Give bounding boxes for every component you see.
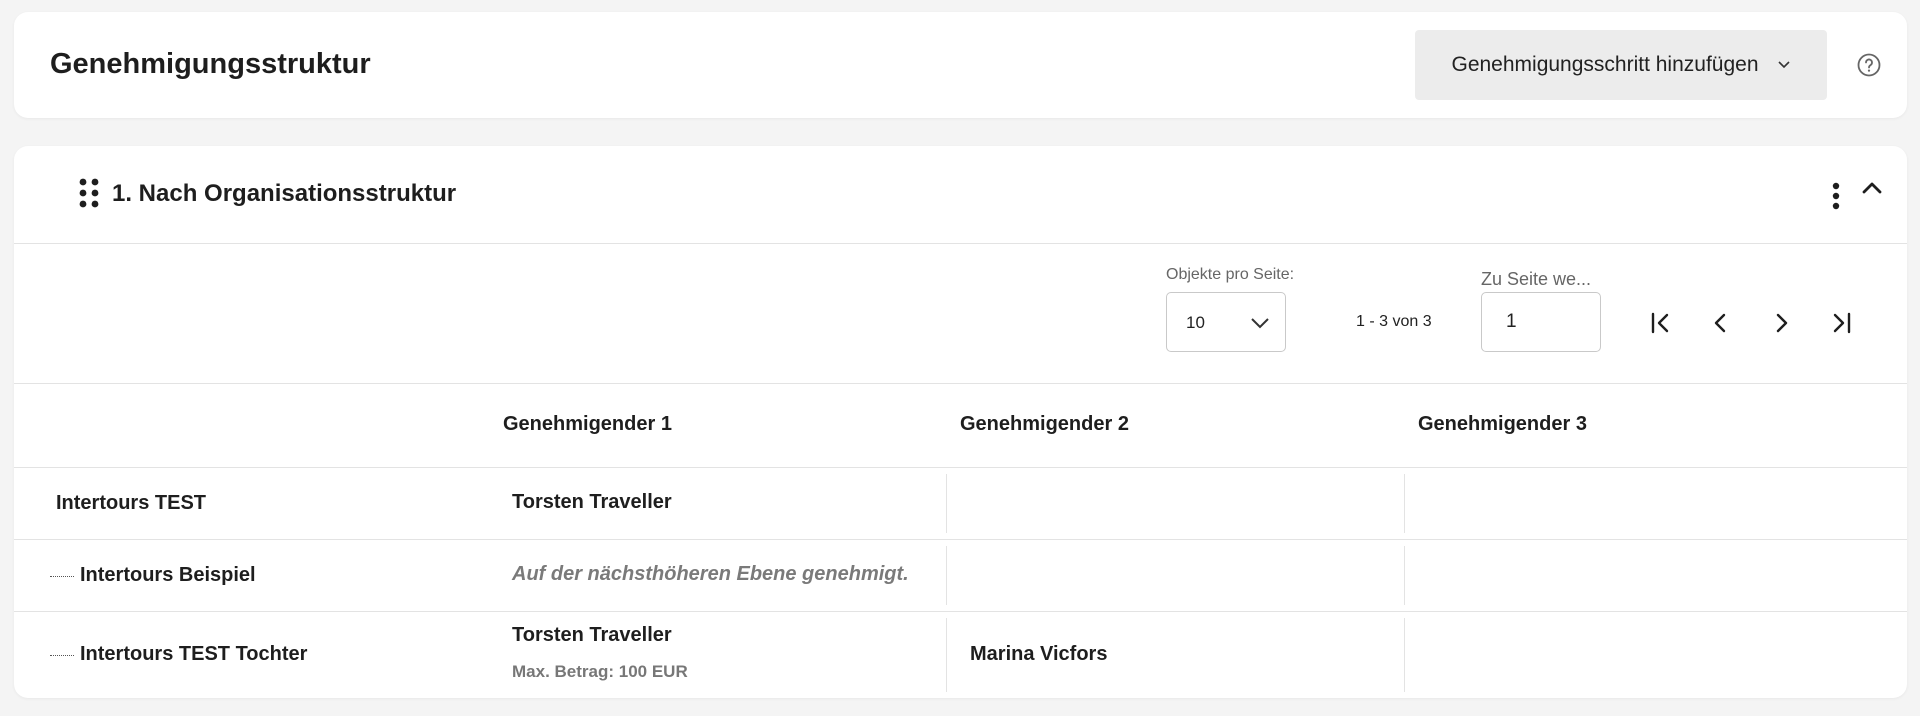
- approver-1-max-amount: Max. Betrag: 100 EUR: [512, 662, 688, 681]
- approver-2-name: Marina Vicfors: [970, 643, 1108, 665]
- pagination-range: 1 - 3 von 3: [1356, 313, 1432, 330]
- column-header-approver-3: Genehmigender 3: [1418, 413, 1587, 435]
- prev-page-icon[interactable]: [1708, 310, 1734, 336]
- page-title: Genehmigungsstruktur: [50, 48, 371, 80]
- cell-divider: [946, 546, 947, 605]
- goto-page-label: Zu Seite we...: [1481, 269, 1592, 289]
- approver-1-name: Torsten Traveller: [512, 624, 672, 646]
- add-approval-step-label: Genehmigungsschritt hinzufügen: [1451, 53, 1759, 76]
- items-per-page-value: 10: [1186, 313, 1205, 332]
- table-row: Intertours Beispiel Auf der nächsthöhere…: [14, 540, 1907, 612]
- add-approval-step-button[interactable]: Genehmigungsschritt hinzufügen: [1415, 30, 1827, 100]
- cell-divider: [946, 618, 947, 692]
- items-per-page-label: Objekte pro Seite:: [1166, 266, 1295, 283]
- last-page-icon[interactable]: [1828, 310, 1854, 336]
- cell-divider: [1404, 474, 1405, 533]
- header-card: Genehmigungsstruktur Genehmigungsschritt…: [14, 12, 1907, 118]
- goto-page-input[interactable]: [1481, 292, 1601, 352]
- column-header-approver-1: Genehmigender 1: [503, 413, 672, 435]
- approval-step-title: 1. Nach Organisationsstruktur: [112, 180, 457, 207]
- approval-step-header: 1. Nach Organisationsstruktur: [14, 146, 1907, 244]
- tree-connector: [50, 655, 74, 656]
- first-page-icon[interactable]: [1648, 310, 1674, 336]
- approval-step-card: 1. Nach Organisationsstruktur Objekte pr…: [14, 146, 1907, 698]
- approver-1-name: Torsten Traveller: [512, 491, 672, 513]
- cell-divider: [946, 474, 947, 533]
- kebab-menu-icon[interactable]: [1828, 181, 1844, 213]
- table-header: Genehmigender 1 Genehmigender 2 Genehmig…: [14, 384, 1907, 468]
- next-page-icon[interactable]: [1768, 310, 1794, 336]
- help-circle-icon[interactable]: [1856, 52, 1882, 78]
- column-header-approver-2: Genehmigender 2: [960, 413, 1129, 435]
- org-unit-name: Intertours TEST Tochter: [80, 643, 308, 665]
- pagination-bar: Objekte pro Seite: 10 1 - 3 von 3 Zu Sei…: [14, 244, 1907, 384]
- cell-divider: [1404, 618, 1405, 692]
- org-unit-name: Intertours Beispiel: [80, 564, 256, 586]
- cell-divider: [1404, 546, 1405, 605]
- org-unit-name: Intertours TEST: [56, 492, 207, 514]
- table-row: Intertours TEST Torsten Traveller: [14, 468, 1907, 540]
- chevron-up-icon[interactable]: [1859, 176, 1885, 202]
- chevron-down-icon: [1777, 61, 1790, 69]
- items-per-page-select[interactable]: 10: [1166, 292, 1286, 352]
- approver-1-note: Auf der nächsthöheren Ebene genehmigt.: [512, 563, 909, 585]
- table-row: Intertours TEST Tochter Torsten Travelle…: [14, 612, 1907, 698]
- chevron-down-icon: [1251, 318, 1269, 329]
- drag-handle-icon[interactable]: [64, 178, 114, 210]
- tree-connector: [50, 576, 74, 577]
